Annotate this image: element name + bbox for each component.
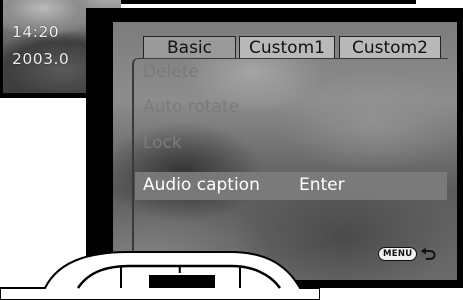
menu-back-button[interactable]: MENU [378,244,438,264]
far-camera-edge [121,0,416,4]
menu-panel [132,58,448,254]
time-readout: 14:20 [12,23,60,41]
zoom-tele-label: T [176,263,184,276]
menu-item-delete[interactable]: Delete [143,62,199,82]
tab-custom1[interactable]: Custom1 [239,36,335,58]
zoom-control-overlay [0,251,320,300]
tab-basic[interactable]: Basic [143,36,236,58]
tab-custom2[interactable]: Custom2 [339,36,441,58]
audio-caption-value[interactable]: Enter [299,175,345,195]
date-readout: 2003.0 [12,50,70,68]
menu-badge: MENU [378,247,418,261]
zoom-lever [149,275,215,288]
menu-item-lock[interactable]: Lock [143,133,182,153]
menu-item-auto-rotate[interactable]: Auto rotate [143,97,239,117]
audio-caption-label: Audio caption [143,175,260,195]
return-arrow-icon [421,247,437,260]
